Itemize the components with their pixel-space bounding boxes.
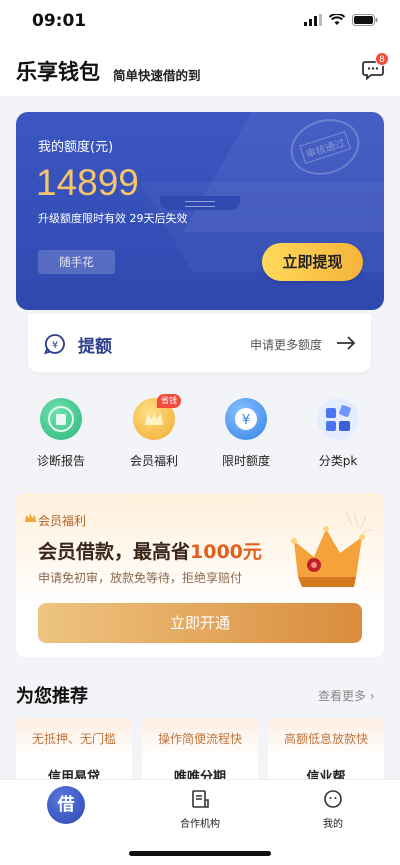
credit-amount: 14899 (36, 162, 139, 203)
arrow-right-icon (337, 336, 356, 350)
quick-label-pk: 分类pk (318, 454, 358, 468)
quick-badge: 省钱 (157, 394, 181, 408)
svg-text:¥: ¥ (242, 413, 250, 428)
raise-limit-icon: ¥ (44, 334, 65, 355)
member-activate-button[interactable]: 立即开通 (38, 603, 362, 643)
tab-partners[interactable]: 合作机构 (150, 789, 250, 830)
quick-item-limit[interactable]: ¥ 限时额度 (206, 398, 286, 469)
recommend-card-tag: 无抵押、无门槛 (31, 732, 116, 746)
app-subtitle: 简单快速借的到 (113, 68, 201, 83)
small-crown-icon (25, 513, 36, 522)
withdraw-button[interactable]: 立即提现 (262, 243, 363, 281)
recommend-card-tag: 高额低息放款快 (283, 732, 368, 746)
quick-label-report: 诊断报告 (36, 454, 85, 468)
quick-item-report[interactable]: 诊断报告 (21, 398, 101, 469)
member-tag: 会员福利 (38, 514, 87, 528)
status-bar: 09:01 (0, 0, 400, 44)
recommend-card[interactable]: 操作简便流程快 唯唯分期 (142, 718, 258, 788)
signal-icon (304, 14, 322, 26)
credit-label: 我的额度(元) (38, 140, 114, 155)
recommend-more-link[interactable]: 查看更多 › (318, 687, 375, 704)
tab-profile[interactable]: 我的 (283, 789, 383, 830)
quick-grid: 诊断报告 省钱 会员福利 ¥ 限时额度 分类pk (0, 394, 400, 474)
message-badge: 8 (375, 52, 389, 66)
crown-illustration-icon (291, 510, 373, 587)
profile-icon (324, 790, 342, 808)
recommend-card[interactable]: 无抵押、无门槛 信用易贷 (16, 718, 132, 788)
document-icon (192, 790, 209, 808)
member-subtitle: 申请免初审，放款免等待，拒绝享赔付 (38, 571, 243, 585)
member-title-highlight: 1000元 (190, 541, 262, 563)
tab-partners-label: 合作机构 (180, 819, 220, 830)
member-title-prefix: 会员借款，最高省 (38, 541, 191, 563)
credit-card: 审核通过 我的额度(元) 14899 升级额度限时有效 29天后失效 随手花 立… (16, 112, 384, 310)
crown-icon: 省钱 (133, 394, 181, 440)
borrow-icon: 借 (47, 786, 85, 824)
status-icons (304, 14, 378, 26)
quick-label-member: 会员福利 (129, 454, 178, 468)
member-card: 会员福利 会员借款，最高省1000元 申请免初审，放款免等待，拒绝享赔付 立即开… (16, 493, 384, 657)
stamp-text: 审核通过 (299, 130, 351, 164)
credit-note: 升级额度限时有效 29天后失效 (38, 212, 188, 225)
grid-icon (317, 398, 359, 440)
credit-tag: 随手花 (38, 250, 115, 274)
wifi-icon (329, 14, 345, 25)
recommend-title: 为您推荐 (16, 686, 88, 707)
chevron-right-icon: › (369, 689, 375, 703)
recommend-card-tag: 操作简便流程快 (157, 732, 242, 746)
member-title: 会员借款，最高省1000元 (38, 537, 262, 564)
raise-limit-more: 申请更多额度 (250, 338, 323, 352)
recommend-card[interactable]: 高额低息放款快 信业帮 (268, 718, 384, 788)
app-title: 乐享钱包 (16, 60, 100, 84)
quick-label-limit: 限时额度 (221, 454, 270, 468)
quick-item-pk[interactable]: 分类pk (298, 398, 378, 469)
quick-item-member[interactable]: 省钱 会员福利 (114, 394, 194, 469)
report-icon (40, 398, 82, 440)
home-indicator (129, 851, 271, 856)
raise-limit-label: 提额 (78, 337, 112, 357)
raise-limit-row[interactable]: ¥ 提额 申请更多额度 (28, 314, 371, 372)
tab-profile-label: 我的 (323, 819, 343, 830)
yen-icon: ¥ (225, 398, 267, 440)
recommend-more-label: 查看更多 (318, 689, 367, 703)
battery-icon (352, 14, 378, 26)
status-time: 09:01 (32, 11, 87, 31)
app-header: 乐享钱包 简单快速借的到 8 (0, 44, 400, 96)
tab-borrow[interactable]: 借 (16, 786, 116, 824)
svg-text:¥: ¥ (52, 340, 58, 351)
